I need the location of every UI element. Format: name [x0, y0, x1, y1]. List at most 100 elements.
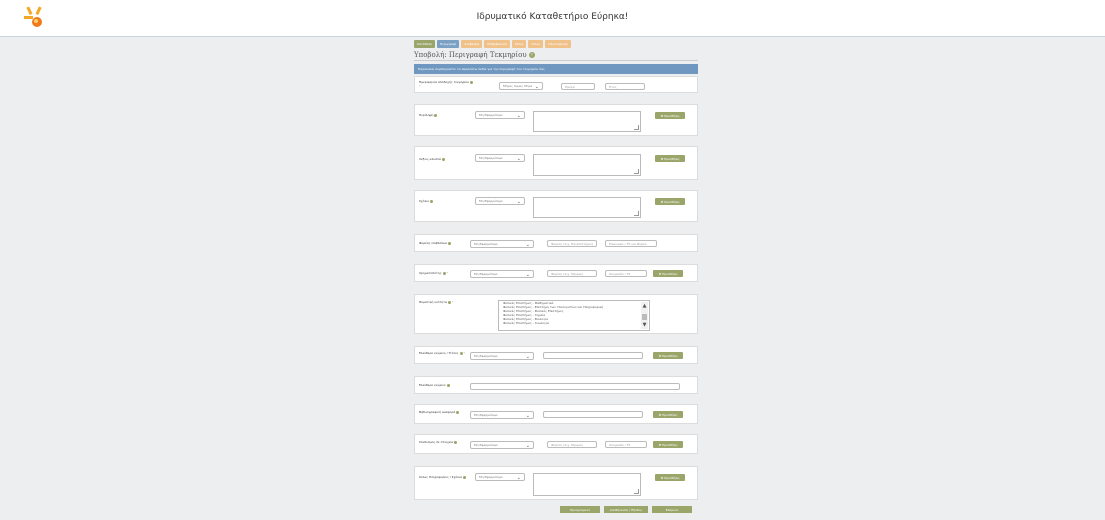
bibliography-panel: Βιβλιογραφική αναφορά Μη Εφαρμόσιμο ⌄ ✚ Π…: [414, 404, 698, 424]
next-button[interactable]: Επόμενο: [652, 506, 692, 513]
help-icon[interactable]: [448, 241, 452, 245]
page-heading: Υποβολή: Περιγραφή Τεκμηρίου ?: [414, 51, 698, 59]
keywords-panel: Λέξεις-κλειδιά Μη Εφαρμόσιμο ⌄ ✚ Προσθήκη: [414, 146, 698, 180]
sponsor-org-input[interactable]: Φορέας (π.χ. Ίδρυμα): [547, 270, 597, 277]
scroll-thumb[interactable]: [642, 314, 647, 320]
save-exit-button[interactable]: Αποθήκευση / Έξοδος: [604, 506, 648, 513]
chevron-down-icon: ⌄: [525, 272, 530, 278]
sponsor-panel: Χρηματοδότης * Μη Εφαρμόσιμο ⌄ Φορέας (π.…: [414, 264, 698, 282]
year-input[interactable]: Έτος: [605, 83, 645, 90]
add-sponsor-button[interactable]: ✚ Προσθήκη: [653, 270, 683, 277]
help-icon[interactable]: [454, 440, 458, 444]
keywords-textarea[interactable]: [533, 154, 641, 176]
language-select[interactable]: Μη Εφαρμόσιμο ⌄: [470, 352, 534, 360]
field-label: Σύνδεσμος σε στοιχεία: [419, 440, 475, 444]
tab-describe[interactable]: Περιγραφή: [437, 40, 460, 48]
step-tabs: Κατάθεση Περιγραφή Ανέβασμα Επιβεβαίωση …: [414, 40, 698, 48]
chevron-down-icon: ⌄: [534, 84, 539, 90]
language-select[interactable]: Μη Εφαρμόσιμο ⌄: [470, 441, 534, 449]
notes-textarea[interactable]: [533, 197, 641, 218]
resize-handle-icon[interactable]: [634, 125, 639, 130]
publisher-panel: Φορέας επιβλέπων Μη Εφαρμόσιμο ⌄ Φορέας (…: [414, 234, 698, 252]
language-select[interactable]: Μη Εφαρμόσιμο ⌄: [475, 197, 525, 205]
add-other-notes-button[interactable]: ✚ Προσθήκη: [655, 474, 685, 481]
help-icon[interactable]: [441, 157, 445, 161]
chevron-down-icon: ⌄: [525, 413, 530, 419]
language-select[interactable]: Μη Εφαρμόσιμο ⌄: [470, 411, 534, 419]
previous-button[interactable]: Προηγούμενο: [560, 506, 600, 513]
field-label: Σχόλιο: [419, 199, 475, 203]
chevron-down-icon: ⌄: [525, 242, 530, 248]
bibliography-input[interactable]: [543, 411, 643, 418]
language-select[interactable]: Μη Εφαρμόσιμο ⌄: [475, 154, 525, 162]
field-label: Ελεύθερο κείμενο: [419, 383, 475, 387]
scrollbar[interactable]: ▲ ▼: [641, 302, 648, 329]
tab-complete[interactable]: Ολοκλήρωση: [545, 40, 571, 48]
chevron-down-icon: ⌄: [516, 113, 521, 119]
help-icon[interactable]: [462, 475, 466, 479]
language-select[interactable]: Μη Εφαρμόσιμο ⌄: [475, 111, 525, 119]
chevron-down-icon: ⌄: [516, 475, 521, 481]
date-panel: Ημερομηνία αποδοχής τεκμηρίου * Μήνας Χω…: [414, 76, 698, 93]
field-label: Φορέας επιβλέπων: [419, 241, 475, 245]
add-keywords-button[interactable]: ✚ Προσθήκη: [655, 155, 685, 162]
list-item[interactable]: Φυσικές Επιστήμες - Γεωλογία: [499, 321, 649, 325]
field-label: Ημερομηνία αποδοχής τεκμηρίου *: [419, 80, 475, 88]
add-other-title-button[interactable]: ✚ Προσθήκη: [653, 352, 683, 359]
help-icon[interactable]: [430, 199, 434, 203]
field-label: Άλλες Πληροφορίες / Σχόλια: [419, 475, 475, 479]
divider: [414, 60, 698, 61]
field-label: Ελεύθερο κείμενο / Τίτλος *: [419, 351, 466, 355]
sponsor-select[interactable]: Μη Εφαρμόσιμο ⌄: [470, 270, 534, 278]
page-title: Υποβολή: Περιγραφή Τεκμηρίου: [414, 51, 527, 59]
publisher-name-input[interactable]: Επωνυμία / ΤΣ για Φορέα: [605, 240, 657, 247]
tab-upload[interactable]: Ανέβασμα: [461, 40, 483, 48]
chevron-down-icon: ⌄: [516, 156, 521, 162]
tab-verify[interactable]: Επιβεβαίωση: [484, 40, 510, 48]
tab-submit[interactable]: Κατάθεση: [414, 40, 435, 48]
notes-panel: Σχόλιο Μη Εφαρμόσιμο ⌄ ✚ Προσθήκη: [414, 190, 698, 222]
field-label: Λέξεις-κλειδιά: [419, 157, 475, 161]
related-panel: Σύνδεσμος σε στοιχεία Μη Εφαρμόσιμο ⌄ Φορ…: [414, 434, 698, 454]
abstract-panel: Περίληψη Μη Εφαρμόσιμο ⌄ ✚ Προσθήκη: [414, 104, 698, 136]
add-bibliography-button[interactable]: ✚ Προσθήκη: [653, 411, 683, 418]
footer-buttons: Προηγούμενο Αποθήκευση / Έξοδος Επόμενο: [560, 506, 692, 513]
resize-handle-icon[interactable]: [634, 169, 639, 174]
other-title-input[interactable]: [543, 352, 643, 359]
add-notes-button[interactable]: ✚ Προσθήκη: [655, 198, 685, 205]
submission-form: Κατάθεση Περιγραφή Ανέβασμα Επιβεβαίωση …: [414, 40, 698, 74]
chevron-down-icon: ⌄: [525, 354, 530, 360]
tab-end[interactable]: Τέλος: [528, 40, 544, 48]
related-name-input[interactable]: Ονομασία / ΤΣ: [605, 441, 647, 448]
other-title-panel: Ελεύθερο κείμενο / Τίτλος * Μη Εφαρμόσιμ…: [414, 346, 698, 364]
tab-license[interactable]: Άδεια: [511, 40, 527, 48]
publisher-org-input[interactable]: Φορέας (π.χ. Πανεπιστήμιο): [547, 240, 597, 247]
scroll-down-icon[interactable]: ▼: [641, 322, 648, 328]
top-bar: Ιδρυματικό Καταθετήριο Εύρηκα!: [0, 0, 1105, 37]
site-title: Ιδρυματικό Καταθετήριο Εύρηκα!: [476, 12, 629, 22]
other-notes-textarea[interactable]: [533, 473, 641, 496]
help-icon[interactable]: ?: [528, 52, 535, 58]
related-org-input[interactable]: Φορέας (π.χ. Ίδρυμα): [547, 441, 597, 448]
add-related-button[interactable]: ✚ Προσθήκη: [653, 441, 683, 448]
help-icon[interactable]: [456, 410, 460, 414]
scroll-up-icon[interactable]: ▲: [641, 303, 648, 309]
add-abstract-button[interactable]: ✚ Προσθήκη: [655, 112, 685, 119]
info-notice: Παρακαλώ συμπληρώστε τα παρακάτω πεδία γ…: [414, 64, 698, 74]
description-input[interactable]: [470, 383, 680, 390]
help-icon[interactable]: [446, 383, 450, 387]
month-select[interactable]: Μήνας Χωρίς Μήνα ⌄: [499, 82, 543, 90]
subjects-listbox[interactable]: Φυσικές Επιστήμες - Μαθηματικά Φυσικές Ε…: [498, 300, 650, 331]
day-input[interactable]: Ημέρα: [561, 83, 595, 90]
resize-handle-icon[interactable]: [634, 489, 639, 494]
resize-handle-icon[interactable]: [634, 211, 639, 216]
field-label: Θεματική ενότητα *: [419, 300, 454, 304]
abstract-textarea[interactable]: [533, 111, 641, 132]
language-select[interactable]: Μη Εφαρμόσιμο ⌄: [475, 473, 525, 481]
other-notes-panel: Άλλες Πληροφορίες / Σχόλια Μη Εφαρμόσιμο…: [414, 466, 698, 500]
sponsor-name-input[interactable]: Ονομασία / ΤΣ: [605, 270, 647, 277]
help-icon[interactable]: [470, 80, 474, 84]
publisher-select[interactable]: Μη Εφαρμόσιμο ⌄: [470, 240, 534, 248]
help-icon[interactable]: [434, 113, 438, 117]
subjects-panel: Θεματική ενότητα * Φυσικές Επιστήμες - Μ…: [414, 294, 698, 334]
